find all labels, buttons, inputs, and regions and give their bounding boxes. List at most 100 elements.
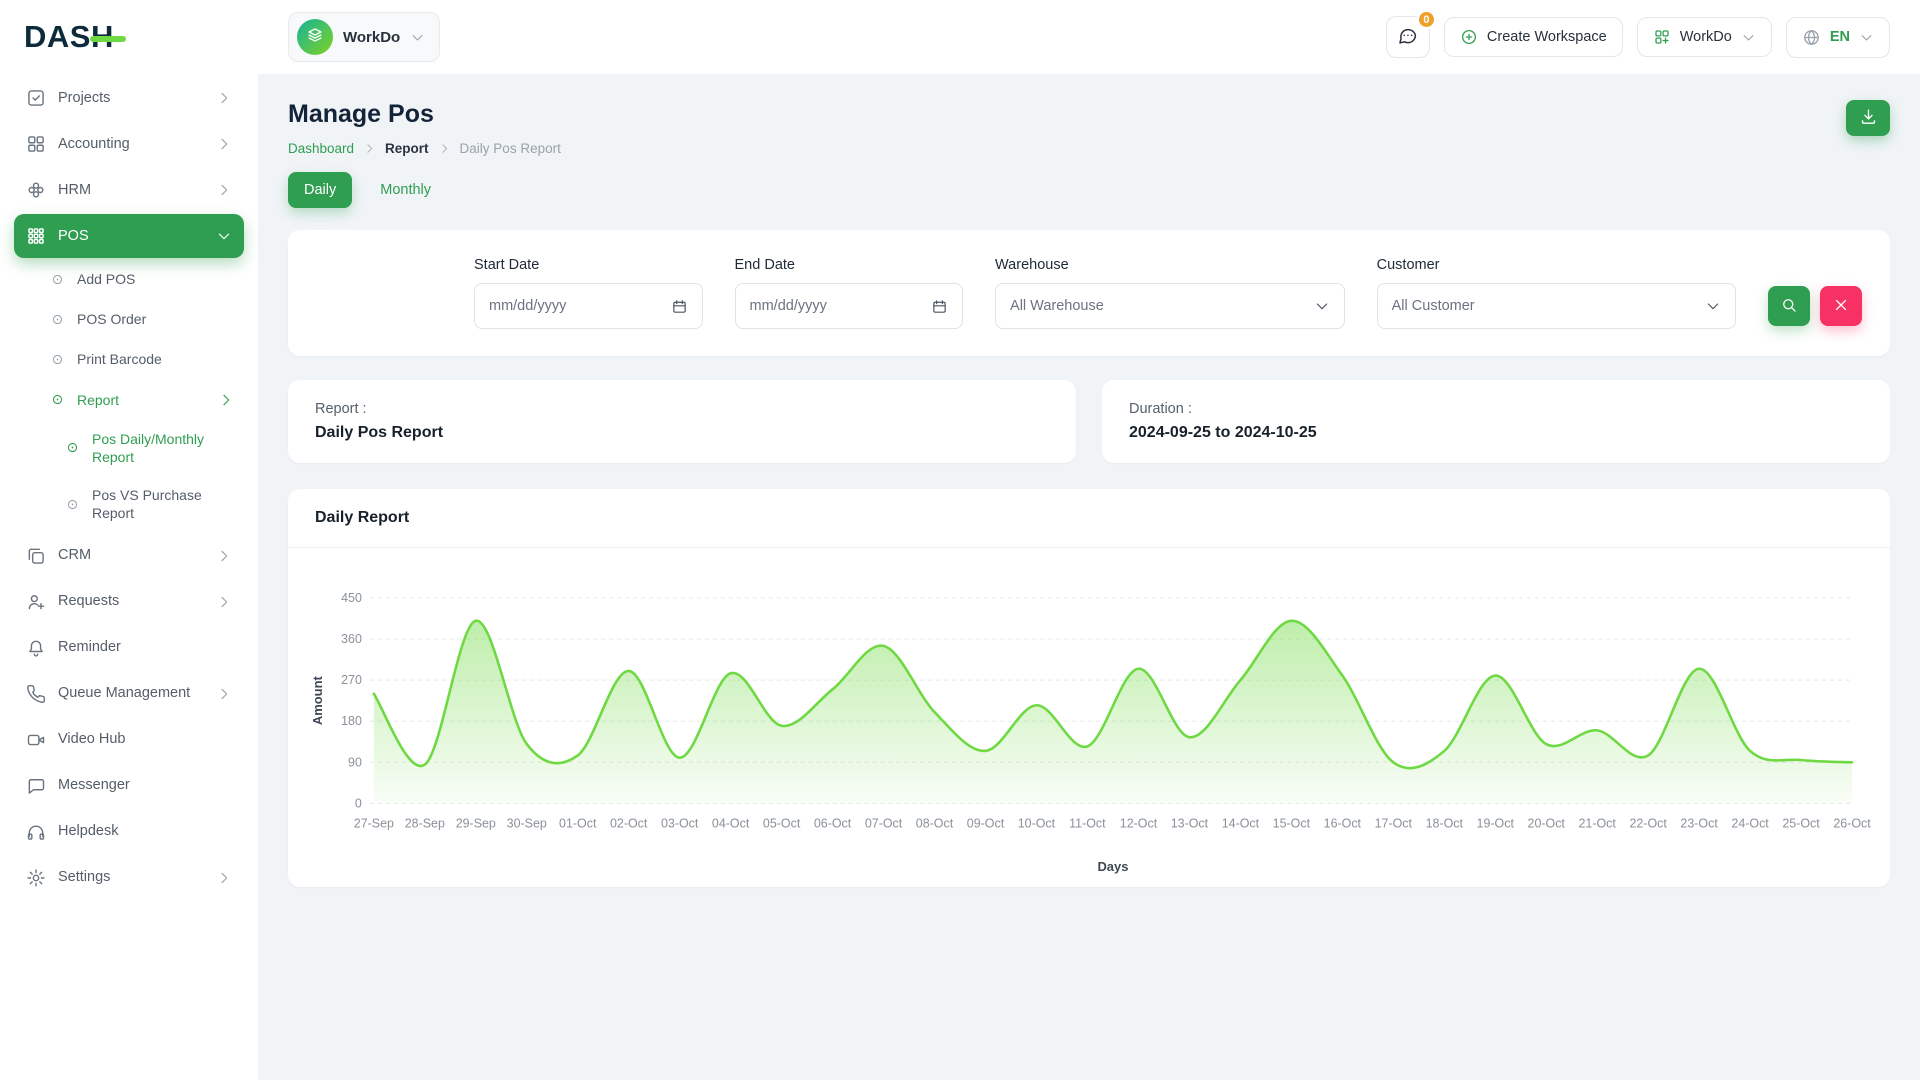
logo[interactable]: DASH	[0, 0, 258, 74]
svg-text:10-Oct: 10-Oct	[1018, 816, 1056, 830]
sidebar-item-label: Report	[77, 391, 206, 409]
sidebar-item-queue-management[interactable]: Queue Management	[14, 672, 244, 716]
search-icon	[1780, 296, 1798, 317]
customer-value: All Customer	[1392, 298, 1475, 314]
svg-text:17-Oct: 17-Oct	[1375, 816, 1413, 830]
svg-text:11-Oct: 11-Oct	[1069, 816, 1106, 830]
svg-text:450: 450	[341, 591, 362, 605]
sidebar-item-hrm[interactable]: HRM	[14, 168, 244, 212]
filter-actions	[1768, 286, 1862, 329]
end-date-input[interactable]: mm/dd/yyyy	[735, 283, 964, 329]
language-code: EN	[1830, 29, 1850, 45]
sidebar-item-helpdesk[interactable]: Helpdesk	[14, 810, 244, 854]
start-date-label: Start Date	[474, 257, 703, 273]
breadcrumb-dashboard-link[interactable]: Dashboard	[288, 141, 354, 156]
grid-plus-icon	[1653, 28, 1671, 46]
chevron-down-icon	[1859, 30, 1874, 45]
chevron-right-icon	[218, 392, 234, 408]
report-tabs: Daily Monthly	[288, 172, 1890, 208]
crm-icon	[26, 546, 46, 566]
sidebar-item-label: Requests	[58, 592, 204, 611]
chevron-right-icon	[216, 136, 232, 152]
svg-text:27-Sep: 27-Sep	[354, 816, 394, 830]
workspace-name: WorkDo	[343, 29, 400, 46]
create-workspace-button[interactable]: Create Workspace	[1444, 17, 1623, 57]
breadcrumb-report: Report	[385, 141, 429, 156]
download-button[interactable]	[1846, 100, 1890, 136]
topbar: WorkDo 0 Create Workspace WorkDo	[258, 0, 1920, 74]
svg-text:23-Oct: 23-Oct	[1680, 816, 1718, 830]
end-date-value: mm/dd/yyyy	[750, 298, 827, 314]
chart-area: 09018027036045027-Sep28-Sep29-Sep30-Sep0…	[288, 548, 1890, 887]
sidebar-item-settings[interactable]: Settings	[14, 856, 244, 900]
warehouse-value: All Warehouse	[1010, 298, 1104, 314]
workdo-menu-button[interactable]: WorkDo	[1637, 17, 1772, 57]
close-icon	[1832, 296, 1850, 317]
chat-icon	[1397, 25, 1418, 49]
sidebar-item-pos-order[interactable]: POS Order	[14, 300, 244, 338]
workspace-selector[interactable]: WorkDo	[288, 12, 440, 62]
svg-text:22-Oct: 22-Oct	[1629, 816, 1667, 830]
sidebar-item-label: Projects	[58, 89, 204, 108]
sidebar-item-pos-vs-purchase-report[interactable]: Pos VS Purchase Report	[14, 477, 244, 531]
sidebar-item-label: Messenger	[58, 776, 232, 795]
chevron-down-icon	[410, 30, 425, 45]
start-date-input[interactable]: mm/dd/yyyy	[474, 283, 703, 329]
messages-button[interactable]: 0	[1386, 16, 1430, 58]
chevron-right-icon	[363, 142, 376, 155]
sidebar: DASH Projects Accounting HRM POSAdd POS POS …	[0, 0, 258, 1080]
apps-icon	[26, 226, 46, 246]
main-column: WorkDo 0 Create Workspace WorkDo	[258, 0, 1920, 1080]
sidebar-item-pos[interactable]: POS	[14, 214, 244, 258]
sidebar-item-crm[interactable]: CRM	[14, 534, 244, 578]
svg-text:08-Oct: 08-Oct	[916, 816, 954, 830]
chevron-down-icon	[1314, 298, 1330, 314]
layers-icon	[306, 26, 324, 48]
svg-text:19-Oct: 19-Oct	[1477, 816, 1515, 830]
sidebar-item-label: POS Order	[77, 310, 234, 328]
create-workspace-label: Create Workspace	[1487, 29, 1607, 45]
search-button[interactable]	[1768, 286, 1810, 326]
customer-select[interactable]: All Customer	[1377, 283, 1736, 329]
svg-text:06-Oct: 06-Oct	[814, 816, 852, 830]
sidebar-item-print-barcode[interactable]: Print Barcode	[14, 340, 244, 378]
tab-monthly[interactable]: Monthly	[364, 172, 447, 208]
filter-card: Start Date mm/dd/yyyy End Date mm/dd/yyy…	[288, 230, 1890, 356]
svg-text:14-Oct: 14-Oct	[1222, 816, 1260, 830]
customer-label: Customer	[1377, 257, 1736, 273]
page-content: Manage Pos Dashboard Report Daily Pos Re…	[258, 74, 1920, 1080]
sidebar-item-label: HRM	[58, 181, 204, 200]
bullet-icon	[50, 312, 65, 327]
user-plus-icon	[26, 592, 46, 612]
sidebar-item-video-hub[interactable]: Video Hub	[14, 718, 244, 762]
sidebar-item-report[interactable]: Report	[14, 381, 244, 419]
sidebar-item-requests[interactable]: Requests	[14, 580, 244, 624]
chevron-down-icon	[1741, 30, 1756, 45]
svg-text:180: 180	[341, 714, 362, 728]
sidebar-item-pos-daily-monthly-report[interactable]: Pos Daily/Monthly Report	[14, 421, 244, 475]
sidebar-item-label: Print Barcode	[77, 350, 234, 368]
language-selector[interactable]: EN	[1786, 17, 1890, 58]
sidebar-item-messenger[interactable]: Messenger	[14, 764, 244, 808]
sidebar-item-accounting[interactable]: Accounting	[14, 122, 244, 166]
duration-summary-card: Duration : 2024-09-25 to 2024-10-25	[1102, 380, 1890, 463]
start-date-value: mm/dd/yyyy	[489, 298, 566, 314]
topbar-actions: 0 Create Workspace WorkDo EN	[1386, 16, 1890, 58]
svg-text:28-Sep: 28-Sep	[405, 816, 445, 830]
sidebar-item-add-pos[interactable]: Add POS	[14, 260, 244, 298]
chevron-right-icon	[216, 594, 232, 610]
svg-text:01-Oct: 01-Oct	[559, 816, 597, 830]
headphones-icon	[26, 822, 46, 842]
reset-button[interactable]	[1820, 286, 1862, 326]
warehouse-select[interactable]: All Warehouse	[995, 283, 1345, 329]
sidebar-item-projects[interactable]: Projects	[14, 76, 244, 120]
svg-text:09-Oct: 09-Oct	[967, 816, 1005, 830]
breadcrumb: Dashboard Report Daily Pos Report	[288, 141, 561, 156]
tab-daily[interactable]: Daily	[288, 172, 352, 208]
svg-text:04-Oct: 04-Oct	[712, 816, 750, 830]
sidebar-item-reminder[interactable]: Reminder	[14, 626, 244, 670]
start-date-field: Start Date mm/dd/yyyy	[474, 257, 703, 329]
warehouse-field: Warehouse All Warehouse	[995, 257, 1345, 329]
sidebar-item-label: Pos VS Purchase Report	[92, 486, 234, 522]
svg-text:25-Oct: 25-Oct	[1782, 816, 1820, 830]
